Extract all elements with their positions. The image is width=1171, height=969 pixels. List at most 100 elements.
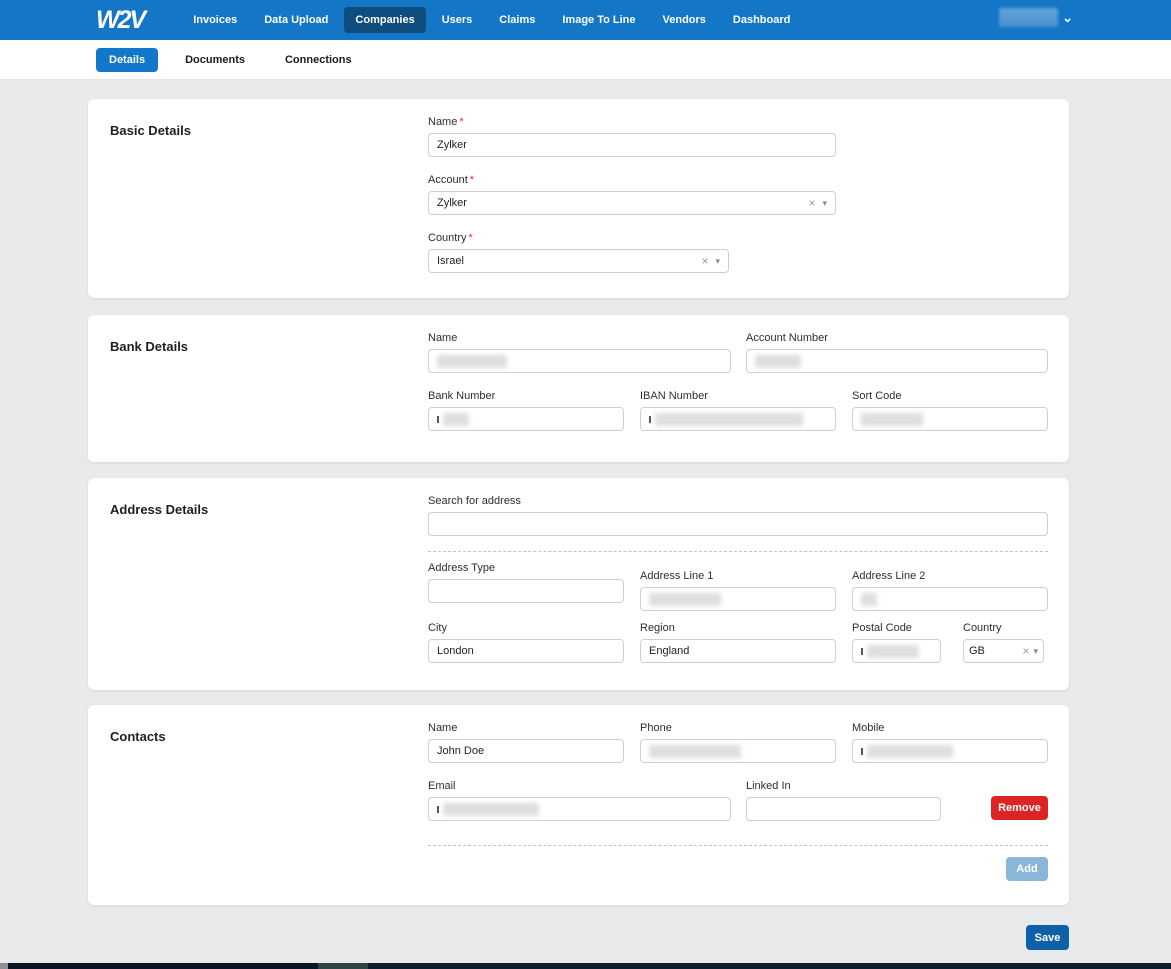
- contacts-title: Contacts: [110, 729, 428, 744]
- required-mark: *: [470, 174, 474, 186]
- postal-code-field: Postal Code: [852, 622, 941, 663]
- contact-name-input[interactable]: [428, 739, 624, 763]
- redacted-value: [443, 803, 539, 816]
- clear-icon[interactable]: ×: [694, 254, 715, 268]
- remove-contact-button[interactable]: Remove: [991, 796, 1048, 820]
- contact-name-field: Name: [428, 722, 624, 763]
- add-contact-button[interactable]: Add: [1006, 857, 1048, 881]
- iban-number-input[interactable]: [640, 407, 836, 431]
- contact-phone-label: Phone: [640, 722, 836, 734]
- account-number-label: Account Number: [746, 332, 1048, 344]
- redacted-value: [755, 355, 801, 368]
- contact-linkedin-label: Linked In: [746, 780, 941, 792]
- address-search-input[interactable]: [428, 512, 1048, 536]
- nav-item-image-to-line[interactable]: Image To Line: [551, 7, 646, 33]
- redacted-value: [437, 806, 439, 813]
- address-line1-input[interactable]: [640, 587, 836, 611]
- bank-name-label: Name: [428, 332, 731, 344]
- name-label: Name: [428, 116, 457, 128]
- bank-number-label: Bank Number: [428, 390, 624, 402]
- tab-details[interactable]: Details: [96, 48, 158, 72]
- nav-item-claims[interactable]: Claims: [488, 7, 546, 33]
- address-details-card: Address Details Search for address Addre…: [88, 478, 1069, 690]
- country-select[interactable]: Israel × ▾: [428, 249, 729, 273]
- redacted-value: [867, 745, 953, 758]
- top-navigation-bar: W2V Invoices Data Upload Companies Users…: [0, 0, 1171, 40]
- contact-phone-input[interactable]: [640, 739, 836, 763]
- bank-number-field: Bank Number: [428, 390, 624, 431]
- address-country-select[interactable]: GB × ▾: [963, 639, 1044, 663]
- contact-email-input[interactable]: [428, 797, 731, 821]
- address-line1-field: Address Line 1: [640, 570, 836, 611]
- address-search-field: Search for address: [428, 495, 1048, 536]
- postal-code-input[interactable]: [852, 639, 941, 663]
- main-nav: Invoices Data Upload Companies Users Cla…: [182, 7, 801, 33]
- iban-number-label: IBAN Number: [640, 390, 836, 402]
- redacted-value: [861, 593, 877, 606]
- user-account-dropdown[interactable]: ⌄: [999, 8, 1073, 27]
- address-country-value: GB: [969, 645, 1018, 657]
- nav-item-invoices[interactable]: Invoices: [182, 7, 248, 33]
- company-name-input[interactable]: [428, 133, 836, 157]
- city-label: City: [428, 622, 624, 634]
- iban-number-field: IBAN Number: [640, 390, 836, 431]
- company-tabs: Details Documents Connections: [0, 40, 1171, 80]
- clear-icon[interactable]: ×: [1018, 644, 1033, 658]
- bank-name-input[interactable]: [428, 349, 731, 373]
- contacts-card: Contacts Name Phone Mobile: [88, 705, 1069, 905]
- region-field: Region: [640, 622, 836, 663]
- taskbar-edge: [0, 963, 1171, 969]
- nav-item-companies[interactable]: Companies: [344, 7, 425, 33]
- company-name-field: Name*: [428, 116, 836, 157]
- bank-details-card: Bank Details Name Account Number: [88, 315, 1069, 462]
- address-type-field: Address Type: [428, 562, 624, 603]
- tab-documents[interactable]: Documents: [172, 48, 258, 72]
- clear-icon[interactable]: ×: [801, 196, 822, 210]
- country-field: Country* Israel × ▾: [428, 232, 729, 273]
- account-field: Account* Zylker × ▾: [428, 174, 836, 215]
- redacted-value: [861, 748, 863, 755]
- page-content: Basic Details Name* Account* Zylker × ▾ …: [0, 80, 1171, 969]
- account-selected-value: Zylker: [437, 197, 801, 209]
- caret-down-icon[interactable]: ▾: [715, 256, 720, 267]
- contact-email-label: Email: [428, 780, 731, 792]
- redacted-value: [443, 413, 469, 426]
- sort-code-input[interactable]: [852, 407, 1048, 431]
- nav-item-dashboard[interactable]: Dashboard: [722, 7, 801, 33]
- country-label: Country: [428, 232, 467, 244]
- nav-item-data-upload[interactable]: Data Upload: [253, 7, 339, 33]
- sort-code-label: Sort Code: [852, 390, 1048, 402]
- account-label: Account: [428, 174, 468, 186]
- contact-email-field: Email: [428, 780, 731, 821]
- basic-details-title: Basic Details: [110, 123, 428, 138]
- contact-name-label: Name: [428, 722, 624, 734]
- tab-connections[interactable]: Connections: [272, 48, 365, 72]
- save-button[interactable]: Save: [1026, 925, 1069, 950]
- address-country-field: Country GB × ▾: [963, 622, 1044, 663]
- account-select[interactable]: Zylker × ▾: [428, 191, 836, 215]
- redacted-value: [861, 413, 923, 426]
- city-input[interactable]: [428, 639, 624, 663]
- address-type-label: Address Type: [428, 562, 624, 574]
- redacted-value: [861, 648, 863, 655]
- account-number-input[interactable]: [746, 349, 1048, 373]
- address-type-input[interactable]: [428, 579, 624, 603]
- contact-linkedin-field: Linked In: [746, 780, 941, 821]
- contact-mobile-label: Mobile: [852, 722, 1048, 734]
- nav-item-vendors[interactable]: Vendors: [652, 7, 717, 33]
- contact-mobile-field: Mobile: [852, 722, 1048, 763]
- caret-down-icon[interactable]: ▾: [822, 198, 827, 209]
- address-line2-input[interactable]: [852, 587, 1048, 611]
- caret-down-icon[interactable]: ▾: [1033, 646, 1038, 657]
- address-search-label: Search for address: [428, 495, 1048, 507]
- address-line2-label: Address Line 2: [852, 570, 1048, 582]
- address-line1-label: Address Line 1: [640, 570, 836, 582]
- redacted-value: [437, 355, 507, 368]
- contact-mobile-input[interactable]: [852, 739, 1048, 763]
- redacted-value: [649, 593, 721, 606]
- contact-linkedin-input[interactable]: [746, 797, 941, 821]
- nav-item-users[interactable]: Users: [431, 7, 484, 33]
- region-input[interactable]: [640, 639, 836, 663]
- redacted-value: [867, 645, 919, 658]
- bank-number-input[interactable]: [428, 407, 624, 431]
